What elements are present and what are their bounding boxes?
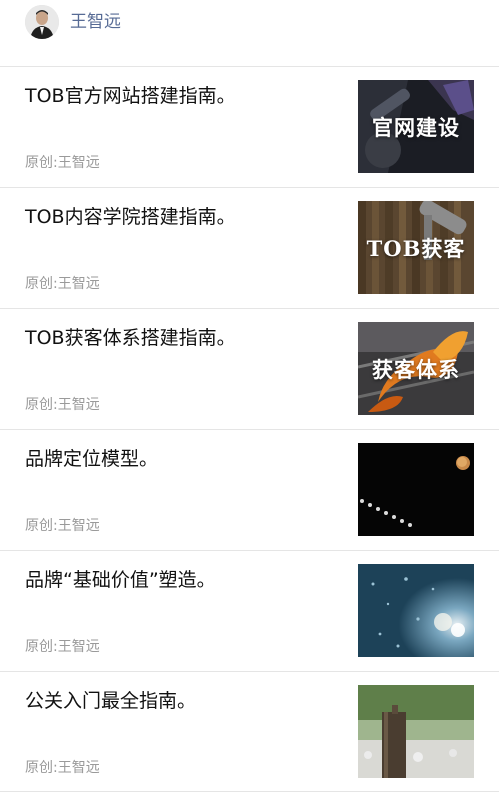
- article-item[interactable]: 品牌定位模型。 原创:王智远: [0, 429, 499, 550]
- thumbnail-caption: 官网建设: [372, 114, 460, 140]
- article-thumbnail[interactable]: 官网建设: [358, 80, 474, 173]
- article-title[interactable]: 品牌定位模型。: [25, 445, 335, 473]
- avatar-portrait-icon: [25, 5, 59, 39]
- author-avatar[interactable]: [25, 5, 59, 39]
- article-title[interactable]: TOB内容学院搭建指南。: [25, 203, 335, 231]
- article-thumbnail[interactable]: [358, 685, 474, 778]
- article-author-meta: 原创:王智远: [25, 760, 100, 776]
- author-header: 王智远: [0, 0, 499, 66]
- article-list: TOB官方网站搭建指南。 原创:王智远 官网建设 TOB内容学院搭建指南。 原创…: [0, 66, 499, 792]
- thumbnail-caption: 获客体系: [372, 356, 460, 382]
- article-author-meta: 原创:王智远: [25, 276, 100, 292]
- article-title[interactable]: 品牌“基础价值”塑造。: [25, 566, 335, 594]
- article-thumbnail[interactable]: [358, 443, 474, 536]
- article-title[interactable]: TOB获客体系搭建指南。: [25, 324, 335, 352]
- article-title[interactable]: 公关入门最全指南。: [25, 687, 335, 715]
- thumbnail-caption: [358, 443, 474, 536]
- article-author-meta: 原创:王智远: [25, 397, 100, 413]
- article-author-meta: 原创:王智远: [25, 155, 100, 171]
- thumbnail-caption: [358, 685, 474, 778]
- article-thumbnail[interactable]: 获客体系: [358, 322, 474, 415]
- article-item[interactable]: 公关入门最全指南。 原创:王智远: [0, 671, 499, 792]
- article-title[interactable]: TOB官方网站搭建指南。: [25, 82, 335, 110]
- article-item[interactable]: TOB官方网站搭建指南。 原创:王智远 官网建设: [0, 66, 499, 187]
- thumbnail-caption: [358, 564, 474, 657]
- article-item[interactable]: TOB获客体系搭建指南。 原创:王智远 获客体系: [0, 308, 499, 429]
- article-author-meta: 原创:王智远: [25, 639, 100, 655]
- author-name[interactable]: 王智远: [70, 10, 121, 34]
- article-author-meta: 原创:王智远: [25, 518, 100, 534]
- article-item[interactable]: TOB内容学院搭建指南。 原创:王智远 TOB获客: [0, 187, 499, 308]
- thumbnail-caption: TOB获客: [366, 235, 466, 261]
- article-thumbnail[interactable]: [358, 564, 474, 657]
- article-thumbnail[interactable]: TOB获客: [358, 201, 474, 294]
- article-item[interactable]: 品牌“基础价值”塑造。 原创:王智远: [0, 550, 499, 671]
